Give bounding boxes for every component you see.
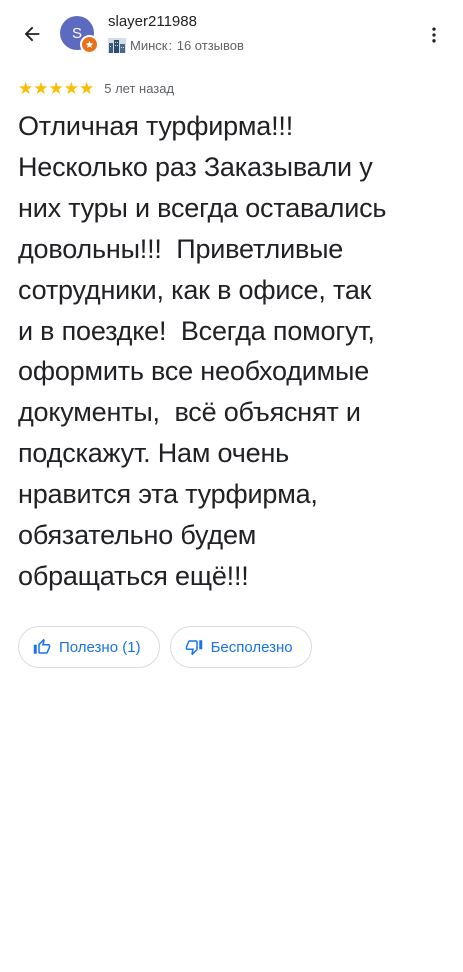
user-meta: Минск: 16 отзывов [108, 38, 244, 53]
star-rating: ★ ★ ★ ★ ★ [18, 80, 94, 97]
more-options-button[interactable] [419, 20, 449, 50]
review-page: S slayer211988 Минск: 16 отзывов ★ ★ ★ ★… [0, 0, 463, 972]
user-review-count: 16 отзывов [176, 38, 244, 53]
review-date: 5 лет назад [104, 80, 175, 96]
review-header: S slayer211988 Минск: 16 отзывов [0, 0, 463, 68]
star-icon: ★ [79, 78, 95, 98]
thumb-down-icon [185, 640, 202, 656]
arrow-back-icon [24, 26, 40, 42]
review-text: Отличная турфирма!!! Несколько раз Заказ… [18, 111, 387, 591]
rating-row: ★ ★ ★ ★ ★ 5 лет назад [18, 78, 174, 98]
star-icon: ★ [48, 78, 64, 98]
city-icon [108, 38, 126, 53]
back-button[interactable] [14, 18, 50, 50]
meta-separator: : [168, 38, 173, 53]
thumb-up-icon [33, 638, 51, 654]
avatar[interactable]: S [60, 16, 99, 54]
unhelpful-label: Бесполезно [210, 638, 293, 656]
more-vert-icon [432, 27, 436, 43]
helpful-label: Полезно (1) [59, 638, 141, 656]
star-icon: ★ [18, 78, 34, 98]
unhelpful-button[interactable]: Бесполезно [169, 626, 312, 668]
review-actions: Полезно (1) Бесполезно [18, 626, 322, 668]
star-icon: ★ [33, 78, 49, 98]
star-icon: ★ [63, 78, 79, 98]
local-guide-star-icon [80, 35, 99, 54]
helpful-button[interactable]: Полезно (1) [18, 626, 160, 668]
user-name[interactable]: slayer211988 [108, 13, 197, 30]
user-city: Минск [130, 38, 168, 53]
